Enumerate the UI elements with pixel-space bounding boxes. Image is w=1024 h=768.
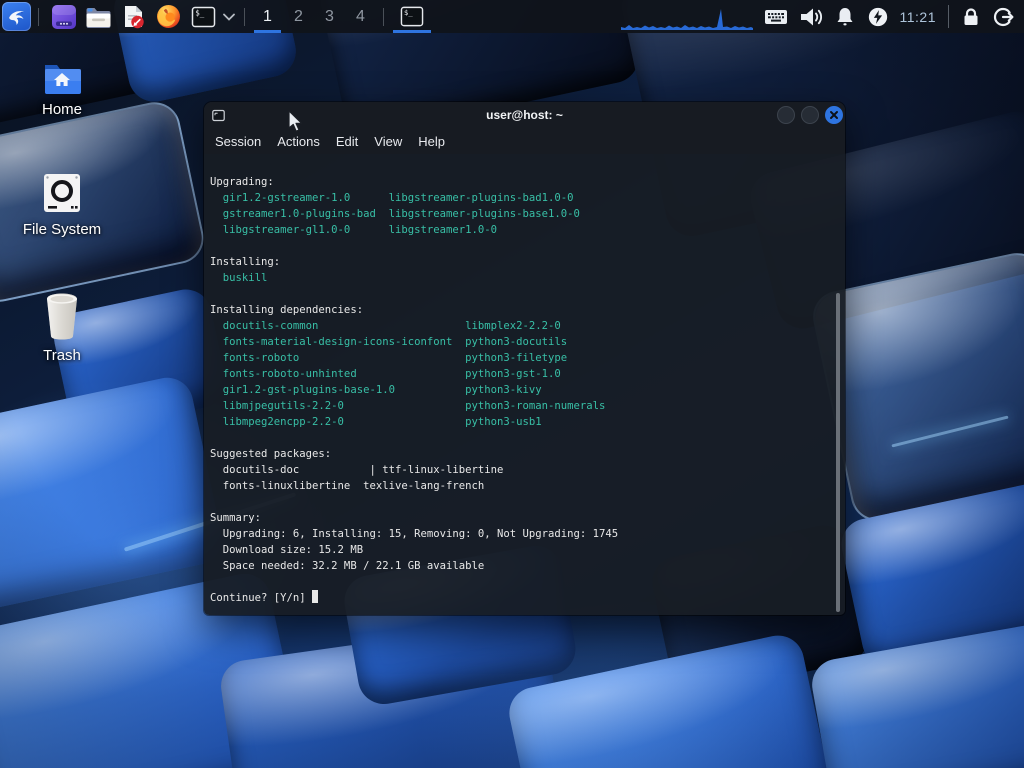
terminal-icon: $_ — [400, 6, 424, 27]
desktop-icon-label: Home — [41, 101, 82, 118]
terminal-line: Summary: — [210, 512, 262, 524]
terminal-line: Continue? [Y/n] — [210, 590, 835, 606]
launcher-app-window[interactable] — [46, 0, 81, 33]
drive-icon — [14, 172, 110, 214]
keyboard-icon — [764, 9, 787, 24]
terminal-line: docutils-doc | ttf-linux-libertine — [210, 464, 504, 476]
desktop-icon-label: File System — [22, 221, 102, 238]
terminal-line: fonts-roboto python3-filetype — [210, 352, 568, 364]
terminal-line: Upgrading: 6, Installing: 15, Removing: … — [210, 528, 619, 540]
app-window-icon — [51, 4, 76, 29]
trash-icon — [14, 292, 110, 340]
launcher-firefox[interactable] — [151, 0, 186, 33]
notifications[interactable] — [834, 0, 856, 33]
menu-help[interactable]: Help — [410, 130, 453, 153]
terminal-scrollbar[interactable] — [836, 293, 840, 612]
terminal-line: libgstreamer-gl1.0-0 libgstreamer1.0-0 — [210, 224, 498, 236]
terminal-line: buskill — [210, 272, 268, 284]
terminal-line: Download size: 15.2 MB — [210, 544, 364, 556]
workspace-3[interactable]: 3 — [314, 0, 345, 33]
terminal-window: user@host: ~ Session Actions Edit View H… — [204, 102, 845, 615]
panel-separator — [948, 5, 949, 28]
svg-text:$_: $_ — [404, 8, 413, 17]
panel-clock[interactable]: 11:21 — [900, 0, 937, 33]
terminal-line: fonts-linuxlibertine texlive-lang-french — [210, 480, 485, 492]
terminal-line: Space needed: 32.2 MB / 22.1 GB availabl… — [210, 560, 485, 572]
keyboard-layout-indicator[interactable] — [764, 0, 788, 33]
terminal-icon: $_ — [191, 6, 216, 27]
terminal-line: gstreamer1.0-plugins-bad libgstreamer-pl… — [210, 208, 580, 220]
menu-session[interactable]: Session — [207, 130, 269, 153]
panel-separator — [383, 7, 384, 26]
terminal-line: libmpeg2encpp-2.2-0 python3-usb1 — [210, 416, 542, 428]
terminal-line: gir1.2-gst-plugins-base-1.0 python3-kivy — [210, 384, 542, 396]
launcher-terminal[interactable]: $_ — [186, 0, 221, 33]
terminal-cursor — [312, 590, 319, 603]
logout-button[interactable] — [992, 0, 1015, 33]
close-icon — [830, 111, 838, 119]
menu-view[interactable]: View — [366, 130, 410, 153]
terminal-line: fonts-roboto-unhinted python3-gst-1.0 — [210, 368, 561, 380]
power-manager[interactable] — [867, 0, 889, 33]
kali-menu-icon — [9, 11, 24, 25]
notifications-bell-icon — [837, 7, 852, 25]
top-panel: $_ 1 2 3 4 $_ 11:21 — [0, 0, 1024, 33]
terminal-line: Upgrading: — [210, 176, 274, 188]
firefox-icon — [157, 5, 180, 28]
desktop-icon-file-system[interactable]: File System — [14, 172, 110, 238]
volume-control[interactable] — [799, 0, 823, 33]
terminal-line: libmjpegutils-2.2-0 python3-roman-numera… — [210, 400, 606, 412]
workspace-1[interactable]: 1 — [252, 0, 283, 33]
desktop: Home File System Trash user@host: ~ Sess… — [0, 0, 1024, 768]
svg-text:$_: $_ — [195, 8, 205, 17]
cpu-graph[interactable] — [620, 0, 753, 33]
workspace-2[interactable]: 2 — [283, 0, 314, 33]
terminal-line: Suggested packages: — [210, 448, 332, 460]
home-folder-icon — [14, 60, 110, 94]
workspace-4[interactable]: 4 — [345, 0, 376, 33]
terminal-line: fonts-material-design-icons-iconfont pyt… — [210, 336, 568, 348]
panel-separator — [244, 7, 245, 26]
terminal-line: docutils-common libmplex2-2.2-0 — [210, 320, 561, 332]
launcher-dropdown[interactable] — [221, 0, 237, 33]
screen-lock-button[interactable] — [961, 0, 981, 33]
power-manager-icon — [868, 7, 887, 26]
maximize-button[interactable] — [801, 106, 819, 124]
volume-icon — [800, 8, 822, 25]
logout-icon — [993, 7, 1014, 26]
close-button[interactable] — [825, 106, 843, 124]
file-manager-icon — [86, 7, 111, 28]
text-editor-icon — [124, 6, 144, 29]
launcher-text-editor[interactable] — [116, 0, 151, 33]
terminal-line: Installing: — [210, 256, 281, 268]
mouse-cursor — [288, 110, 303, 132]
desktop-icon-label: Trash — [43, 347, 81, 364]
terminal-line: gir1.2-gstreamer-1.0 libgstreamer-plugin… — [210, 192, 574, 204]
launcher-file-manager[interactable] — [81, 0, 116, 33]
applications-menu-button[interactable] — [2, 2, 31, 31]
desktop-icon-trash[interactable]: Trash — [14, 292, 110, 364]
terminal-line: Installing dependencies: — [210, 304, 364, 316]
screen-lock-icon — [964, 8, 978, 25]
terminal-output[interactable]: Upgrading: gir1.2-gstreamer-1.0 libgstre… — [204, 154, 845, 615]
chevron-down-icon — [223, 13, 235, 21]
panel-separator — [38, 7, 39, 26]
desktop-icon-home[interactable]: Home — [14, 60, 110, 118]
minimize-button[interactable] — [777, 106, 795, 124]
menu-edit[interactable]: Edit — [328, 130, 366, 153]
taskbar-item-terminal[interactable]: $_ — [391, 0, 433, 33]
